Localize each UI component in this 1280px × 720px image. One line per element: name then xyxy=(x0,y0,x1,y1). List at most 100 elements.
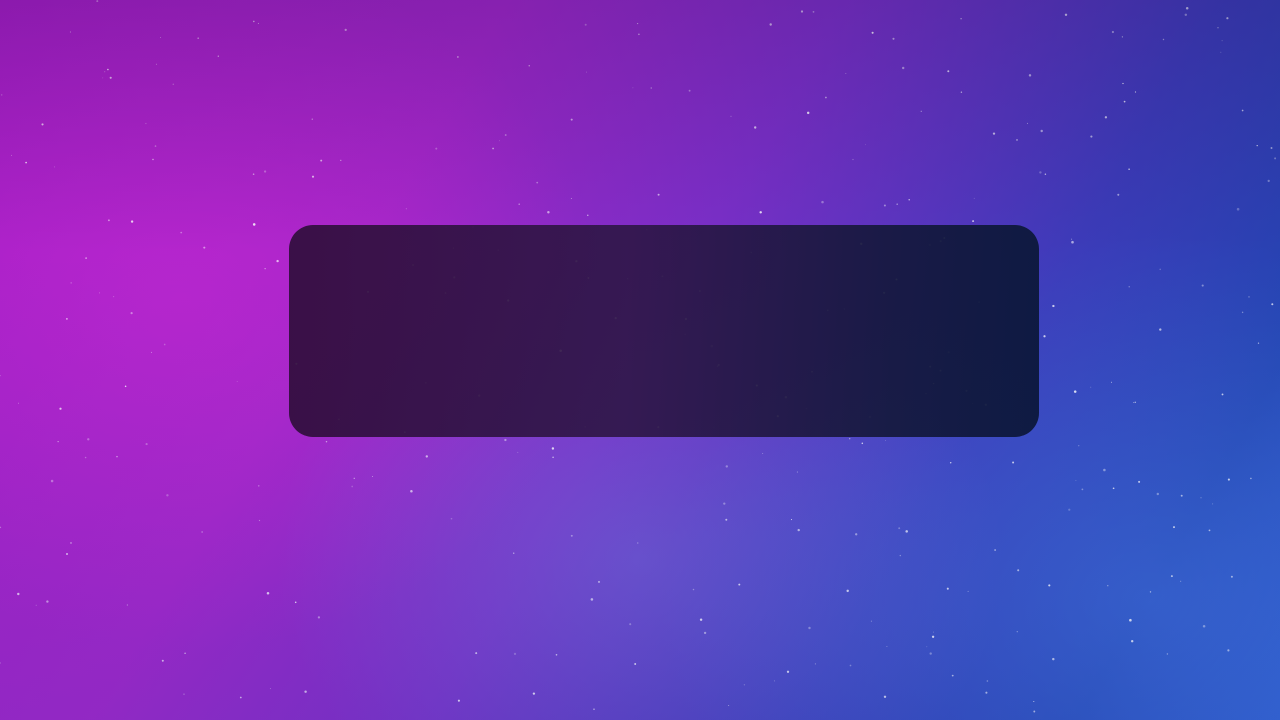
star-speck xyxy=(130,312,133,315)
star-speck xyxy=(217,55,219,57)
star-speck xyxy=(154,145,157,147)
star-speck xyxy=(266,591,270,595)
star-speck xyxy=(899,554,901,557)
star-speck xyxy=(258,519,261,522)
star-speck xyxy=(1250,477,1252,480)
star-speck xyxy=(1071,238,1073,240)
star-speck xyxy=(1081,488,1084,491)
star-speck xyxy=(1103,468,1106,472)
star-speck xyxy=(405,208,407,210)
star-speck xyxy=(699,618,703,621)
star-speck xyxy=(902,66,905,70)
star-speck xyxy=(951,674,954,677)
star-speck xyxy=(754,126,757,129)
star-speck xyxy=(239,696,242,699)
star-speck xyxy=(825,96,827,99)
star-speck xyxy=(0,662,1,664)
star-speck xyxy=(126,604,129,606)
star-speck xyxy=(325,440,328,443)
star-speck xyxy=(1052,657,1055,661)
star-speck xyxy=(637,542,639,544)
star-speck xyxy=(18,402,19,404)
star-speck xyxy=(992,132,996,135)
star-speck xyxy=(180,231,183,234)
star-speck xyxy=(1064,13,1068,17)
star-speck xyxy=(985,691,988,694)
star-speck xyxy=(1271,303,1274,306)
star-speck xyxy=(1257,342,1260,344)
star-speck xyxy=(593,708,595,710)
star-speck xyxy=(1012,461,1015,464)
star-speck xyxy=(59,407,62,410)
star-speck xyxy=(457,56,459,58)
star-speck xyxy=(1128,168,1130,171)
star-speck xyxy=(883,204,886,207)
star-speck xyxy=(1200,497,1202,499)
star-speck xyxy=(183,693,185,695)
star-speck xyxy=(885,440,887,442)
star-speck xyxy=(84,456,87,459)
star-speck xyxy=(172,83,175,86)
star-speck xyxy=(1227,649,1230,652)
star-speck xyxy=(1236,207,1240,211)
star-speck xyxy=(972,220,975,223)
star-speck xyxy=(166,494,169,497)
star-speck xyxy=(1241,311,1244,314)
star-speck xyxy=(898,527,901,530)
star-speck xyxy=(908,199,910,201)
star-speck xyxy=(512,552,515,554)
star-speck xyxy=(203,246,206,249)
star-speck xyxy=(1017,569,1020,572)
star-speck xyxy=(1122,82,1124,85)
star-speck xyxy=(1027,122,1028,124)
star-speck xyxy=(849,664,852,667)
star-speck xyxy=(124,385,127,388)
star-speck xyxy=(920,110,922,112)
star-speck xyxy=(871,31,874,34)
star-speck xyxy=(883,695,887,698)
star-speck xyxy=(1040,129,1043,133)
star-speck xyxy=(528,65,530,67)
star-speck xyxy=(107,68,109,71)
star-speck xyxy=(570,118,573,121)
star-speck xyxy=(152,158,154,161)
star-speck xyxy=(1133,401,1135,404)
star-speck xyxy=(1033,710,1036,713)
star-speck xyxy=(790,519,793,521)
star-speck xyxy=(933,631,934,633)
star-speck xyxy=(762,453,764,455)
star-speck xyxy=(967,590,969,592)
star-speck xyxy=(0,375,1,377)
star-speck xyxy=(725,518,728,521)
star-speck xyxy=(1129,618,1132,622)
star-speck xyxy=(1016,138,1018,141)
star-speck xyxy=(586,71,587,73)
star-speck xyxy=(1131,640,1134,643)
star-speck xyxy=(896,203,898,205)
star-speck xyxy=(638,33,640,36)
star-speck xyxy=(773,680,776,682)
star-speck xyxy=(425,455,428,458)
star-speck xyxy=(197,37,200,40)
star-speck xyxy=(555,653,558,656)
star-speck xyxy=(269,688,271,690)
star-speck xyxy=(311,175,315,178)
star-speck xyxy=(973,197,975,199)
star-speck xyxy=(252,173,255,175)
star-speck xyxy=(116,455,118,458)
star-speck xyxy=(703,631,707,635)
star-speck xyxy=(201,531,203,533)
star-speck xyxy=(821,200,824,204)
star-speck xyxy=(1028,74,1032,77)
star-speck xyxy=(263,170,267,173)
star-speck xyxy=(1208,529,1211,532)
star-speck xyxy=(1112,487,1115,490)
star-speck xyxy=(1201,284,1204,287)
star-speck xyxy=(692,588,695,591)
overlay-panel xyxy=(289,225,1039,437)
star-speck xyxy=(845,72,847,75)
star-speck xyxy=(1270,147,1273,149)
star-speck xyxy=(570,197,572,200)
star-speck xyxy=(276,259,279,263)
star-speck xyxy=(130,220,134,223)
